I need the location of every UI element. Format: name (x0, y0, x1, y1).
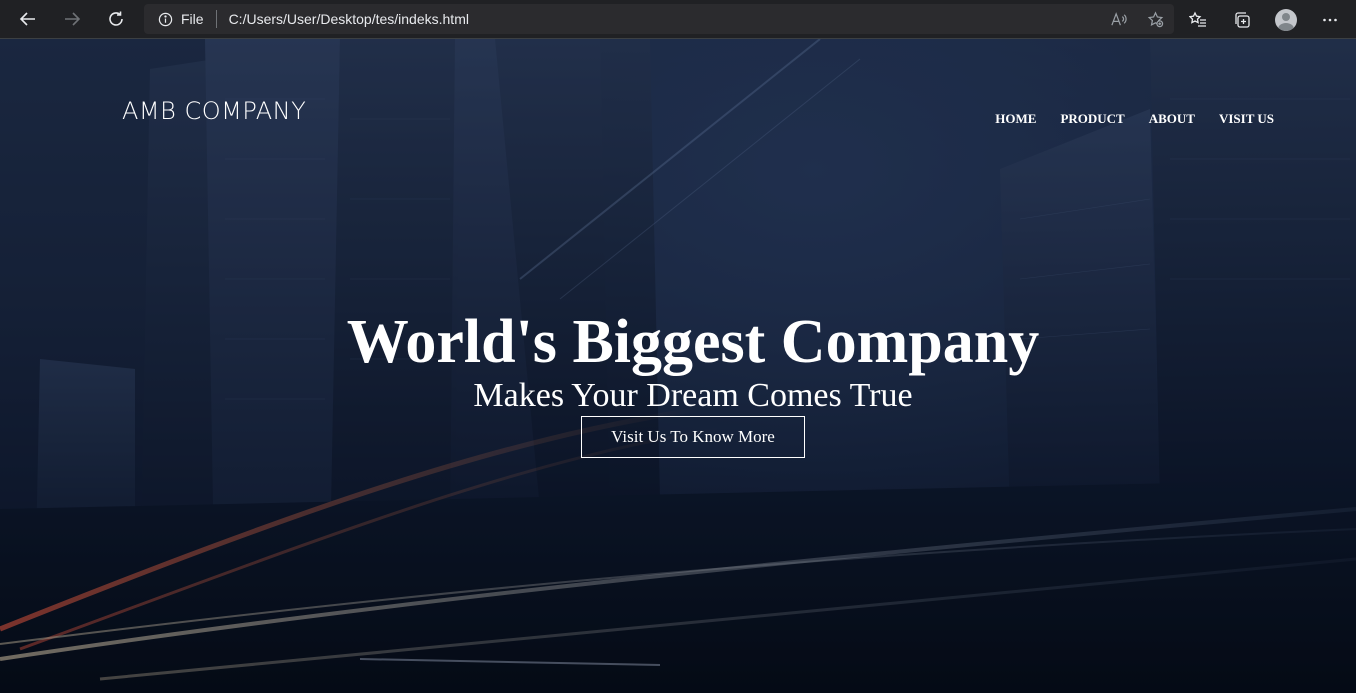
nav-link-product[interactable]: PRODUCT (1060, 111, 1124, 127)
collections-button[interactable] (1220, 0, 1264, 39)
address-bar[interactable]: File C:/Users/User/Desktop/tes/indeks.ht… (144, 4, 1174, 34)
favorites-button[interactable] (1176, 0, 1220, 39)
brand-logo[interactable]: AMB COMPANY (122, 97, 306, 125)
site-navigation: HOME PRODUCT ABOUT VISIT US (995, 111, 1274, 127)
more-menu-button[interactable] (1308, 0, 1352, 39)
nav-link-visit-us[interactable]: VISIT US (1219, 111, 1274, 127)
nav-link-home[interactable]: HOME (995, 111, 1036, 127)
more-horizontal-icon (1323, 18, 1337, 21)
refresh-icon (109, 11, 123, 26)
add-favorite-icon[interactable] (1147, 10, 1164, 28)
hero-subheadline: Makes Your Dream Comes True (473, 377, 913, 414)
avatar (1275, 8, 1297, 31)
info-icon (158, 12, 173, 26)
address-divider (215, 10, 217, 28)
favorites-icon (1189, 10, 1206, 27)
read-aloud-icon[interactable] (1110, 11, 1127, 28)
hero-headline: World's Biggest Company (346, 308, 1040, 376)
visit-us-cta-button[interactable]: Visit Us To Know More (581, 416, 805, 458)
forward-button[interactable] (50, 0, 94, 39)
nav-link-about[interactable]: ABOUT (1149, 111, 1195, 127)
reload-button[interactable] (94, 0, 138, 39)
arrow-left-icon (19, 12, 35, 26)
arrow-right-icon (65, 12, 81, 26)
back-button[interactable] (6, 0, 50, 39)
site-info-button[interactable]: File (144, 4, 204, 34)
site-info-label: File (181, 11, 204, 27)
hero-section: AMB COMPANY HOME PRODUCT ABOUT VISIT US … (0, 39, 1356, 693)
url-text[interactable]: C:/Users/User/Desktop/tes/indeks.html (229, 11, 469, 27)
collections-icon (1235, 11, 1250, 28)
browser-toolbar: File C:/Users/User/Desktop/tes/indeks.ht… (0, 0, 1356, 39)
profile-button[interactable] (1264, 0, 1308, 39)
